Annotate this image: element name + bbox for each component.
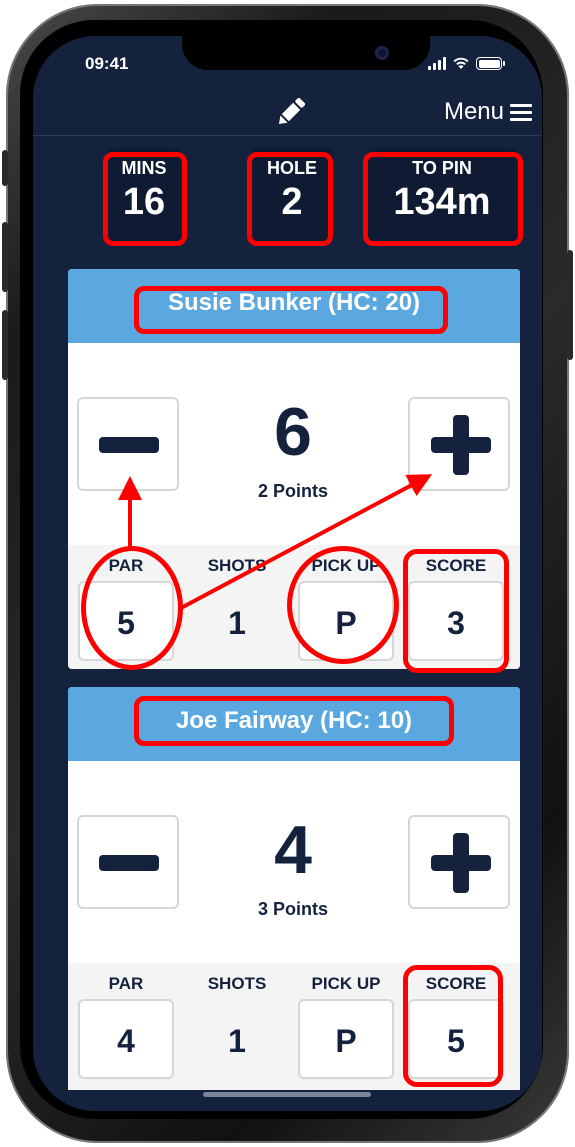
annotation-arrows xyxy=(118,474,433,610)
arrow-par-to-plus xyxy=(180,474,433,610)
app-screen: 09:41 Menu MINS 16 HOLE 2 TO PIN 134m Su… xyxy=(33,36,542,1111)
power-button xyxy=(567,250,573,360)
mute-switch xyxy=(2,150,8,186)
volume-down-button xyxy=(2,310,8,380)
volume-up-button xyxy=(2,222,8,292)
